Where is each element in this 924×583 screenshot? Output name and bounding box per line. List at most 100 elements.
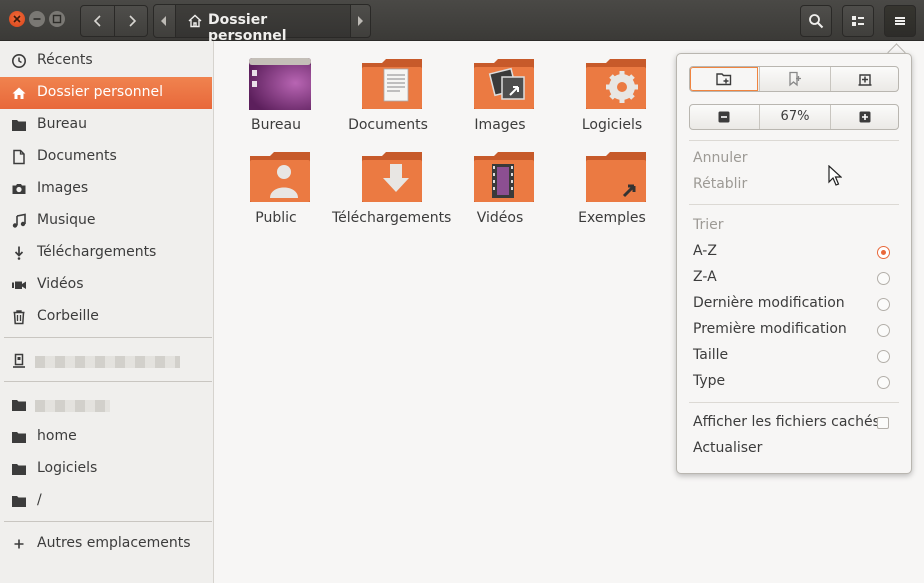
sidebar-item-other-locations[interactable]: Autres emplacements	[0, 528, 212, 560]
sort-option-z-a[interactable]: Z-A	[693, 269, 717, 285]
sort-radio-last-modified[interactable]	[877, 298, 890, 311]
window-maximize-button[interactable]	[49, 11, 65, 27]
file-item[interactable]: Documents	[332, 57, 444, 157]
sort-option-first-modified[interactable]: Première modification	[693, 321, 847, 337]
header-bar: Dossier personnel	[0, 0, 924, 44]
view-toggle-button[interactable]	[842, 5, 874, 37]
new-folder-icon	[716, 73, 732, 86]
sort-header: Trier	[693, 217, 724, 233]
home-icon	[12, 87, 26, 99]
sidebar-item-recent[interactable]: Récents	[0, 45, 212, 77]
chevron-left-icon	[161, 16, 166, 26]
file-item[interactable]: Téléchargements	[332, 150, 451, 250]
sort-option-a-z[interactable]: A-Z	[693, 243, 717, 259]
sidebar-item-pictures[interactable]: Images	[0, 173, 212, 205]
path-scroll-left-button[interactable]	[154, 5, 174, 37]
file-item[interactable]: Exemples	[556, 150, 668, 250]
sidebar-item-music[interactable]: Musique	[0, 205, 212, 237]
file-name: Vidéos	[476, 210, 524, 226]
forward-button[interactable]	[115, 6, 148, 36]
sidebar-item-root[interactable]: /	[0, 485, 212, 517]
sidebar-item-label: Bureau	[37, 116, 87, 132]
desktop-folder-icon	[249, 58, 311, 110]
zoom-out-icon	[718, 111, 730, 123]
sidebar-item-label: Corbeille	[37, 308, 99, 324]
downloads-folder-icon	[362, 152, 422, 202]
show-hidden-files-checkbox[interactable]	[877, 417, 889, 429]
sort-option-size[interactable]: Taille	[693, 347, 728, 363]
zoom-group: 67%	[689, 104, 899, 130]
sidebar-item-desktop[interactable]: Bureau	[0, 109, 212, 141]
sidebar-item-trash[interactable]: Corbeille	[0, 301, 212, 333]
bookmark-button[interactable]	[759, 67, 830, 91]
redo-item[interactable]: Rétablir	[693, 176, 747, 192]
undo-item[interactable]: Annuler	[693, 150, 747, 166]
sidebar-item-home[interactable]: Dossier personnel	[0, 77, 212, 109]
path-scroll-right-button[interactable]	[350, 5, 370, 37]
view-toggle-icon	[852, 16, 864, 26]
window-close-button[interactable]	[9, 11, 25, 27]
file-name: Exemples	[578, 210, 646, 226]
sidebar-item-home-dir[interactable]: home	[0, 421, 212, 453]
file-item[interactable]: Public	[220, 150, 332, 250]
sidebar-item-device[interactable]	[0, 345, 212, 377]
file-item[interactable]: Bureau	[220, 57, 332, 157]
sidebar-item-label: Autres emplacements	[37, 535, 191, 551]
menu-separator	[689, 204, 899, 205]
sidebar-item-logiciels[interactable]: Logiciels	[0, 453, 212, 485]
mouse-cursor-icon	[828, 165, 842, 186]
sort-radio-type[interactable]	[877, 376, 890, 389]
sidebar-item-label: Récents	[37, 52, 93, 68]
camera-icon	[12, 184, 26, 194]
plus-icon	[14, 539, 24, 549]
file-item[interactable]: Logiciels	[556, 57, 668, 157]
history-nav	[80, 5, 148, 37]
back-button[interactable]	[81, 6, 114, 36]
sort-option-type[interactable]: Type	[693, 373, 725, 389]
file-name: Logiciels	[581, 117, 643, 133]
file-name: Public	[255, 210, 297, 226]
forward-icon	[129, 15, 137, 27]
sidebar-item-bookmark[interactable]	[0, 389, 212, 421]
file-item[interactable]: Images	[444, 57, 556, 157]
sort-radio-z-a[interactable]	[877, 272, 890, 285]
sort-option-last-modified[interactable]: Dernière modification	[693, 295, 845, 311]
refresh-item[interactable]: Actualiser	[693, 440, 762, 456]
trash-icon	[13, 310, 25, 325]
menu-button[interactable]	[884, 5, 916, 37]
sidebar-item-label: Images	[37, 180, 89, 196]
sidebar-item-videos[interactable]: Vidéos	[0, 269, 212, 301]
sidebar-item-documents[interactable]: Documents	[0, 141, 212, 173]
back-icon	[93, 15, 101, 27]
examples-folder-icon	[586, 152, 646, 202]
sidebar-item-label: Musique	[37, 212, 96, 228]
search-icon	[809, 14, 824, 29]
zoom-out-button[interactable]	[690, 105, 758, 129]
new-folder-button[interactable]	[690, 67, 758, 91]
sidebar-item-label: home	[37, 428, 77, 444]
public-folder-icon	[250, 152, 310, 202]
zoom-in-button[interactable]	[830, 105, 899, 129]
sort-radio-first-modified[interactable]	[877, 324, 890, 337]
zoom-reset-button[interactable]: 67%	[759, 105, 830, 129]
sidebar-item-downloads[interactable]: Téléchargements	[0, 237, 212, 269]
sidebar-item-label: Documents	[37, 148, 117, 164]
show-hidden-files-item[interactable]: Afficher les fichiers cachés	[693, 414, 880, 430]
path-crumb-home[interactable]: Dossier personnel	[175, 5, 351, 44]
zoom-in-icon	[859, 111, 871, 123]
maximize-icon	[52, 14, 62, 24]
download-icon	[14, 246, 24, 260]
path-crumb-label: Dossier personnel	[208, 12, 287, 44]
search-button[interactable]	[800, 5, 832, 37]
close-icon	[13, 15, 21, 23]
window-minimize-button[interactable]	[29, 11, 45, 27]
new-tab-button[interactable]	[830, 67, 899, 91]
sort-radio-size[interactable]	[877, 350, 890, 363]
file-item[interactable]: Vidéos	[444, 150, 556, 250]
pictures-folder-icon	[474, 59, 534, 109]
file-name: Bureau	[251, 117, 301, 133]
sort-radio-a-z[interactable]	[877, 246, 890, 259]
hamburger-menu-icon	[895, 17, 905, 25]
software-folder-icon	[586, 59, 646, 109]
new-tab-icon	[858, 74, 872, 86]
